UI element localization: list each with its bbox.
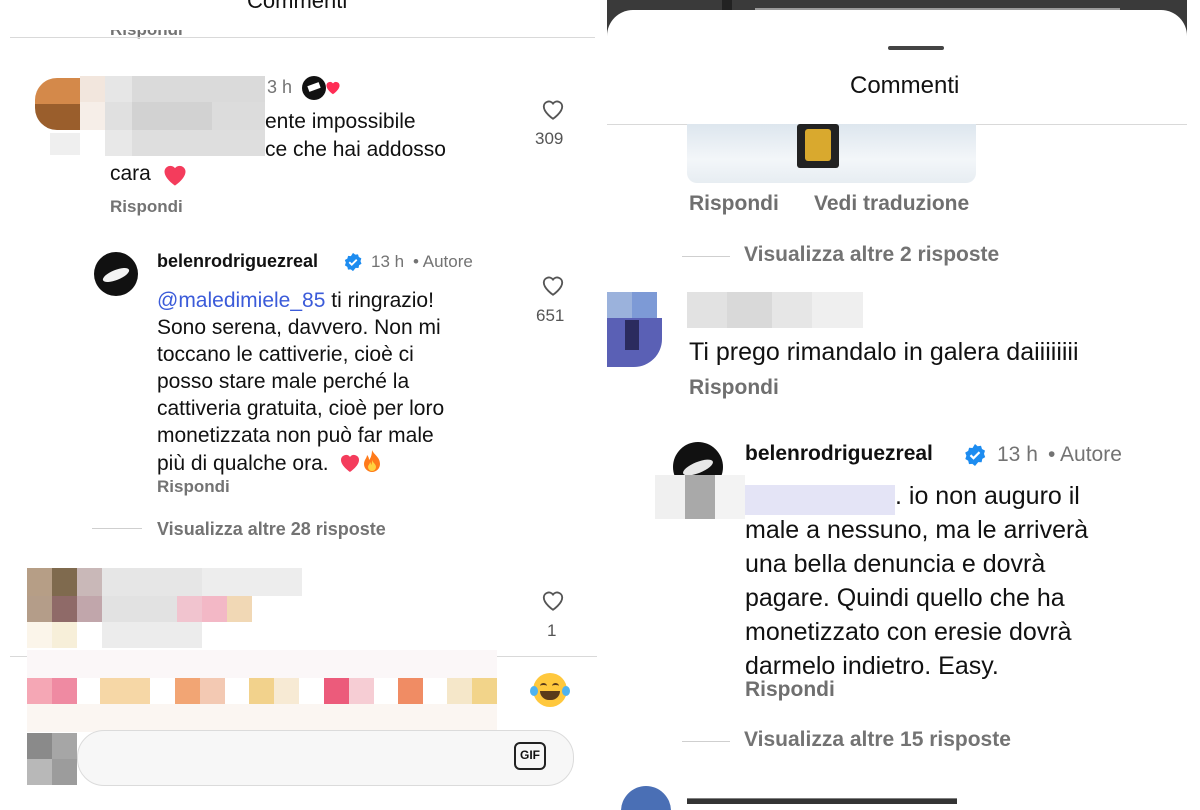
author-reply-line4: monetizzato con eresie dovrà — [745, 618, 1072, 646]
comment1-line1: ente impossibile — [265, 110, 416, 133]
gif-label: GIF — [520, 748, 540, 762]
reply1-line0: ti ringrazio! — [325, 289, 434, 312]
verified-badge-icon — [344, 252, 362, 272]
author-reply-line0: . io non auguro il — [895, 482, 1080, 510]
blurred-username — [687, 292, 863, 328]
author-reply-line1: male a nessuno, ma le arriverà — [745, 516, 1089, 544]
author-reply-body: . io non auguro il male a nessuno, ma le… — [745, 479, 1165, 683]
left-screenshot: Commenti Rispondi 3 h ente impossibile c… — [0, 0, 597, 800]
heart-emoji-icon — [341, 455, 360, 472]
screenshot-separator — [597, 0, 607, 800]
thread-line — [682, 741, 730, 742]
comment-text: Ti prego rimandalo in galera daiiiiiiii — [689, 338, 1079, 366]
comment1-time: 3 h — [267, 77, 293, 97]
gif-button[interactable]: GIF — [514, 742, 546, 770]
like-heart-icon[interactable] — [540, 588, 566, 612]
fire-emoji-icon — [364, 450, 381, 472]
reply1-line3: posso stare male perché la — [157, 370, 410, 393]
author-avatar — [94, 252, 138, 296]
like-heart-icon[interactable] — [540, 273, 566, 297]
blurred-username — [80, 76, 265, 156]
reply1-author-tag: • Autore — [413, 252, 473, 271]
heart-red-icon — [326, 81, 340, 95]
comment-reply-link[interactable]: Rispondi — [689, 376, 779, 400]
author-liked-badge — [302, 74, 344, 100]
comment-image-attachment[interactable] — [687, 124, 976, 183]
thread-line — [92, 528, 142, 529]
author-reply-line3: pagare. Quindi quello che ha — [745, 584, 1065, 612]
next-comment-avatar — [621, 786, 671, 810]
composer-avatar-pixelated — [27, 733, 77, 785]
mention-link[interactable]: @maledimiele_85 — [157, 289, 325, 312]
heart-emoji-icon — [164, 165, 186, 186]
verified-badge-icon — [965, 444, 986, 466]
reply1-line1: Sono serena, davvero. Non mi — [157, 316, 441, 339]
thread-line — [682, 256, 730, 257]
see-translation-link[interactable]: Vedi traduzione — [814, 192, 969, 216]
laughing-emoji-button[interactable] — [530, 670, 570, 710]
reply1-body: @maledimiele_85 ti ringrazio! Sono seren… — [157, 287, 537, 477]
comment1-reply-link[interactable]: Rispondi — [110, 197, 183, 217]
attachment-reply-link[interactable]: Rispondi — [689, 192, 779, 216]
comments-sheet: Commenti Rispondi Vedi traduzione Visual… — [607, 10, 1187, 810]
commenter-avatar-pixelated — [607, 292, 662, 367]
reply1-line6: più di qualche ora. — [157, 452, 329, 475]
author-reply-reply-link[interactable]: Rispondi — [745, 678, 835, 702]
emoji-bar-pixelated[interactable] — [27, 650, 497, 732]
view-more-replies-link[interactable]: Visualizza altre 28 risposte — [157, 519, 386, 540]
blurred-fragment — [50, 133, 80, 155]
reply1-line5: monetizzata non può far male — [157, 424, 434, 447]
comment-input-field[interactable] — [77, 730, 574, 786]
view-more-replies-link-2[interactable]: Visualizza altre 2 risposte — [744, 243, 999, 267]
author-reply-username[interactable]: belenrodriguezreal — [745, 442, 933, 466]
next-comment-username-cutoff — [687, 798, 957, 804]
author-reply-line2: una bella denuncia e dovrà — [745, 550, 1046, 578]
author-reply-author-tag: • Autore — [1048, 443, 1122, 466]
comment1-line2: ce che hai addosso — [265, 138, 446, 161]
left-header-title: Commenti — [247, 0, 348, 13]
view-more-replies-link-3[interactable]: Visualizza altre 15 risposte — [744, 728, 1011, 752]
comment3-pixelated-block — [27, 568, 302, 648]
comment1-line3: cara — [110, 162, 151, 185]
header-divider — [10, 37, 595, 38]
right-header-title: Commenti — [850, 72, 960, 99]
reply1-time: 13 h — [371, 252, 405, 271]
author-reply-time: 13 h — [997, 443, 1038, 466]
comment1-like-count: 309 — [535, 129, 564, 148]
commenter-avatar-pixelated — [35, 78, 80, 130]
comment3-like-count: 1 — [547, 621, 557, 640]
reply1-reply-link[interactable]: Rispondi — [157, 477, 230, 497]
reply1-line2: toccano le cattiverie, cioè ci — [157, 343, 414, 366]
reply1-line4: cattiveria gratuita, cioè per loro — [157, 397, 445, 420]
reply1-like-count: 651 — [536, 306, 565, 325]
like-heart-icon[interactable] — [540, 97, 566, 121]
reply1-username[interactable]: belenrodriguezreal — [157, 251, 318, 272]
sheet-drag-handle[interactable] — [888, 46, 944, 50]
